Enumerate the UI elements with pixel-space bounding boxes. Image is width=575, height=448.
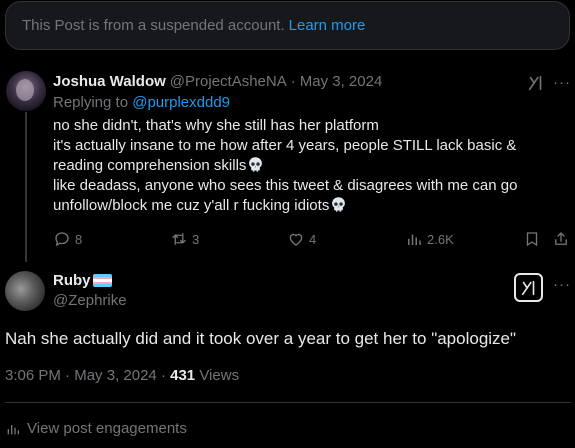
trans-flag-emoji <box>92 274 112 287</box>
reply-line: unfollow/block me cuz y'all r fucking id… <box>53 197 330 214</box>
reply-button[interactable]: 8 <box>53 230 82 248</box>
post-date[interactable]: May 3, 2024 <box>300 72 383 92</box>
reply-line: like deadass, anyone who sees this tweet… <box>53 177 518 194</box>
share-button[interactable] <box>552 230 570 248</box>
bookmark-button[interactable] <box>523 230 541 248</box>
post-time[interactable]: 3:06 PM <box>5 367 61 384</box>
like-icon <box>289 233 303 246</box>
engagements-icon <box>7 424 19 434</box>
reply-line: it's actually insane to me how after 4 y… <box>53 137 517 154</box>
views-icon <box>408 234 421 245</box>
more-icon[interactable]: ··· <box>553 74 571 92</box>
divider <box>5 402 571 403</box>
suspended-notice: This Post is from a suspended account. L… <box>5 1 570 50</box>
replying-to: Replying to @purplexddd9 <box>53 93 568 113</box>
views-label: Views <box>199 367 240 384</box>
reply-line: reading comprehension skills <box>53 157 247 174</box>
skull-emoji <box>249 157 263 172</box>
like-count: 4 <box>309 231 317 247</box>
repost-icon <box>172 233 186 245</box>
post-meta: 3:06 PM · May 3, 2024 · 431 Views <box>5 367 239 384</box>
author-name[interactable]: Joshua Waldow <box>53 72 166 92</box>
reply-tweet[interactable]: Joshua Waldow @ProjectAsheNA · May 3, 20… <box>53 72 568 216</box>
repost-count: 3 <box>192 231 200 247</box>
reply-header: Joshua Waldow @ProjectAsheNA · May 3, 20… <box>53 72 568 92</box>
learn-more-link[interactable]: Learn more <box>289 17 366 34</box>
skull-emoji <box>332 197 346 212</box>
grok-icon[interactable] <box>527 74 545 92</box>
suspended-text: This Post is from a suspended account. <box>22 17 285 34</box>
repost-button[interactable]: 3 <box>170 230 199 248</box>
replying-prefix: Replying to <box>53 94 129 111</box>
grok-icon <box>521 280 534 295</box>
reply-line-wrap: unfollow/block me cuz y'all r fucking id… <box>53 196 568 216</box>
avatar[interactable] <box>6 71 46 111</box>
separator-dot: · <box>160 367 171 384</box>
main-author-name-row[interactable]: Ruby <box>53 272 112 289</box>
share-icon <box>555 232 567 245</box>
separator-dot: · <box>290 73 296 90</box>
views-button[interactable]: 2.6K <box>405 230 454 248</box>
thread-connector <box>25 112 27 262</box>
post-date[interactable]: May 3, 2024 <box>74 367 157 384</box>
replying-mention[interactable]: @purplexddd9 <box>132 94 230 111</box>
main-post-text: Nah she actually did and it took over a … <box>5 329 517 348</box>
reply-line: no she didn't, that's why she still has … <box>53 117 379 134</box>
separator-dot: · <box>65 367 75 384</box>
more-icon[interactable]: ··· <box>553 276 571 293</box>
avatar[interactable] <box>5 271 45 311</box>
like-button[interactable]: 4 <box>287 230 316 248</box>
bookmark-icon <box>526 232 538 247</box>
grok-button[interactable] <box>514 273 543 302</box>
reply-count: 8 <box>75 231 83 247</box>
views-count: 431 <box>170 367 196 384</box>
reply-icon <box>55 232 69 247</box>
view-engagements-link[interactable]: View post engagements <box>5 420 187 437</box>
main-author-name[interactable]: Ruby <box>53 272 91 289</box>
reply-text: no she didn't, that's why she still has … <box>53 116 568 216</box>
author-handle[interactable]: @ProjectAsheNA <box>170 72 287 92</box>
main-author-handle[interactable]: @Zephrike <box>53 292 127 309</box>
action-bar: 8 3 4 2.6K <box>53 230 575 250</box>
views-count: 2.6K <box>427 231 454 247</box>
engagements-label: View post engagements <box>27 420 187 437</box>
reply-line-wrap: reading comprehension skills <box>53 156 568 176</box>
